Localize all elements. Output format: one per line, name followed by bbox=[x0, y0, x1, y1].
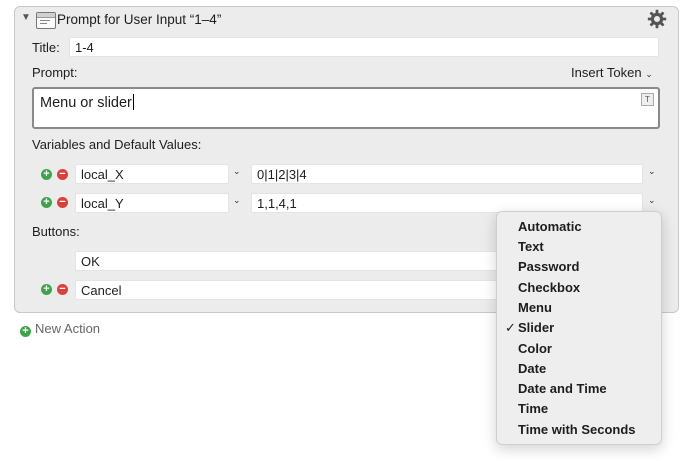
menu-item-time-with-seconds[interactable]: Time with Seconds bbox=[497, 420, 661, 440]
chevron-down-icon[interactable]: ⌄ bbox=[648, 166, 656, 177]
menu-item-automatic[interactable]: Automatic bbox=[497, 217, 661, 237]
variable-default-field[interactable]: 1,1,4,1 bbox=[251, 193, 643, 213]
menu-item-menu[interactable]: Menu bbox=[497, 298, 661, 318]
chevron-down-icon[interactable]: ⌄ bbox=[648, 195, 656, 206]
text-caret bbox=[132, 94, 134, 110]
menu-item-checkbox[interactable]: Checkbox bbox=[497, 278, 661, 298]
disclosure-triangle-icon[interactable]: ▼ bbox=[21, 13, 31, 23]
variable-name-field[interactable]: local_Y bbox=[75, 193, 229, 213]
insert-token-label: Insert Token bbox=[571, 65, 642, 80]
title-field[interactable]: 1-4 bbox=[69, 37, 659, 57]
variable-default-field[interactable]: 0|1|2|3|4 bbox=[251, 164, 643, 184]
add-button-icon[interactable]: + bbox=[41, 284, 52, 295]
variables-label: Variables and Default Values: bbox=[32, 137, 202, 152]
menu-item-slider[interactable]: ✓ Slider bbox=[497, 318, 661, 338]
chevron-down-icon[interactable]: ⌄ bbox=[233, 166, 241, 177]
add-action-icon: + bbox=[20, 326, 31, 337]
prompt-text-value: Menu or slider bbox=[40, 95, 132, 111]
button-name-field[interactable]: OK bbox=[75, 251, 505, 271]
insert-token-button[interactable]: Insert Token ⌄ bbox=[571, 65, 653, 80]
gear-icon[interactable] bbox=[647, 9, 667, 29]
prompt-label: Prompt: bbox=[32, 65, 78, 80]
add-variable-icon[interactable]: + bbox=[41, 169, 52, 180]
button-name-field[interactable]: Cancel bbox=[75, 280, 505, 300]
menu-item-password[interactable]: Password bbox=[497, 257, 661, 277]
menu-item-time[interactable]: Time bbox=[497, 399, 661, 419]
text-token-icon[interactable]: T bbox=[641, 93, 654, 106]
title-label: Title: bbox=[32, 40, 60, 55]
prompt-text-field[interactable]: Menu or slider T bbox=[32, 87, 660, 129]
menu-item-date[interactable]: Date bbox=[497, 359, 661, 379]
checkmark-icon: ✓ bbox=[505, 320, 516, 335]
remove-variable-icon[interactable]: − bbox=[57, 169, 68, 180]
input-type-menu: Automatic Text Password Checkbox Menu ✓ S… bbox=[496, 211, 662, 445]
menu-item-color[interactable]: Color bbox=[497, 339, 661, 359]
remove-button-icon[interactable]: − bbox=[57, 284, 68, 295]
action-title: Prompt for User Input “1–4” bbox=[57, 12, 222, 27]
buttons-label: Buttons: bbox=[32, 224, 80, 239]
new-action-label: New Action bbox=[35, 321, 101, 336]
remove-variable-icon[interactable]: − bbox=[57, 197, 68, 208]
window-icon bbox=[36, 12, 56, 29]
chevron-down-icon: ⌄ bbox=[645, 69, 653, 79]
variable-name-field[interactable]: local_X bbox=[75, 164, 229, 184]
add-variable-icon[interactable]: + bbox=[41, 197, 52, 208]
new-action-button[interactable]: + New Action bbox=[20, 321, 100, 337]
chevron-down-icon[interactable]: ⌄ bbox=[233, 195, 241, 206]
menu-item-date-and-time[interactable]: Date and Time bbox=[497, 379, 661, 399]
menu-item-text[interactable]: Text bbox=[497, 237, 661, 257]
